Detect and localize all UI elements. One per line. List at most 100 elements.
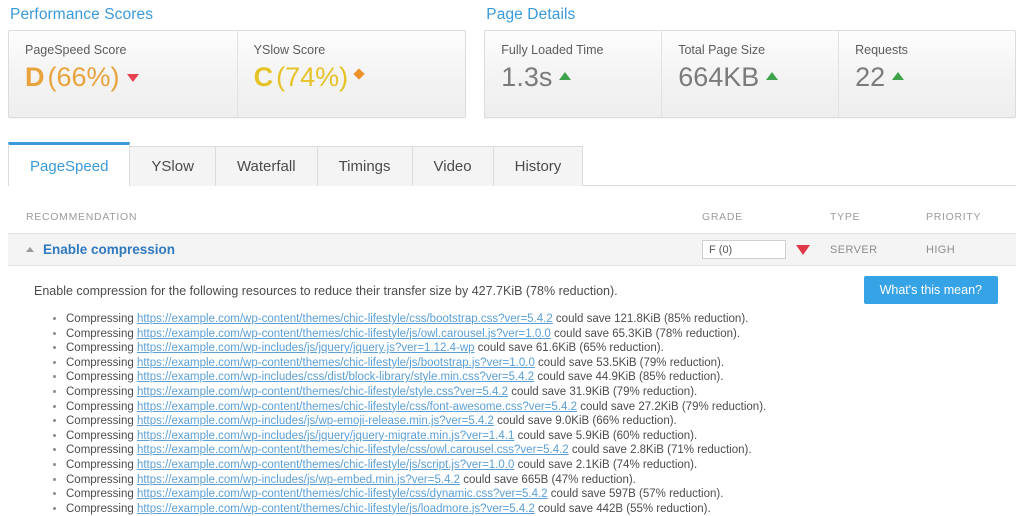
- page-details-title: Page Details: [486, 6, 576, 23]
- list-item-prefix: Compressing: [66, 458, 137, 471]
- list-item-prefix: Compressing: [66, 400, 137, 413]
- header-type: TYPE: [830, 210, 861, 223]
- list-item: Compressing https://example.com/wp-inclu…: [66, 370, 998, 385]
- list-item-prefix: Compressing: [66, 371, 137, 384]
- requests-label: Requests: [855, 43, 908, 57]
- triangle-down-red-icon: [126, 74, 139, 82]
- recommendation-detail: Enable compression for the following res…: [8, 266, 1016, 516]
- list-item-suffix: could save 665B (47% reduction).: [460, 473, 636, 486]
- resource-link[interactable]: https://example.com/wp-includes/js/jquer…: [137, 430, 514, 442]
- yslow-grade-letter: C: [253, 62, 274, 92]
- list-item-suffix: could save 442B (55% reduction).: [534, 502, 711, 515]
- total-page-size-card[interactable]: Total Page Size 664KB: [661, 31, 838, 117]
- resource-list: Compressing https://example.com/wp-conte…: [34, 312, 998, 516]
- table-row[interactable]: Enable compression F (0) SERVER HIGH: [8, 234, 1016, 266]
- list-item-prefix: Compressing: [66, 415, 137, 428]
- list-item-suffix: could save 597B (57% reduction).: [547, 488, 724, 501]
- list-item-suffix: could save 53.5KiB (79% reduction).: [534, 356, 725, 369]
- resource-link[interactable]: https://example.com/wp-content/themes/ch…: [137, 357, 535, 369]
- pagespeed-score-label: PageSpeed Score: [25, 43, 127, 57]
- list-item-prefix: Compressing: [66, 313, 137, 325]
- tab-waterfall[interactable]: Waterfall: [215, 146, 318, 186]
- tab-pagespeed[interactable]: PageSpeed: [8, 142, 131, 186]
- performance-scores-panel: Performance Scores PageSpeed Score D (66…: [8, 6, 467, 118]
- list-item-suffix: could save 9.0KiB (66% reduction).: [493, 415, 677, 428]
- resource-link[interactable]: https://example.com/wp-content/themes/ch…: [137, 444, 569, 456]
- list-item: Compressing https://example.com/wp-conte…: [66, 443, 998, 458]
- list-item-suffix: could save 2.1KiB (74% reduction).: [514, 458, 698, 471]
- recommendation-title[interactable]: Enable compression: [43, 242, 175, 257]
- performance-scores-cards: PageSpeed Score D (66%) YSlow Score C (7…: [8, 30, 467, 118]
- gtmetrix-report-page: Performance Scores PageSpeed Score D (66…: [0, 0, 1024, 516]
- resource-link[interactable]: https://example.com/wp-includes/css/dist…: [137, 371, 534, 383]
- triangle-up-green-icon: [559, 72, 572, 80]
- row-priority: HIGH: [926, 243, 956, 256]
- list-item-suffix: could save 27.2KiB (79% reduction).: [577, 400, 767, 413]
- diamond-orange-icon: [353, 68, 365, 80]
- list-item-suffix: could save 121.8KiB (85% reduction).: [552, 313, 749, 325]
- recommendations-table-header: RECOMMENDATION GRADE TYPE PRIORITY: [8, 200, 1016, 234]
- tab-yslow[interactable]: YSlow: [130, 146, 216, 186]
- chevron-up-icon[interactable]: [26, 247, 34, 252]
- recommendation-title-cell[interactable]: Enable compression: [26, 242, 702, 257]
- report-tabs-wrapper: PageSpeed YSlow Waterfall Timings Video …: [0, 142, 1024, 186]
- list-item: Compressing https://example.com/wp-conte…: [66, 458, 998, 473]
- summary-section: Performance Scores PageSpeed Score D (66…: [0, 0, 1024, 118]
- list-item: Compressing https://example.com/wp-conte…: [66, 385, 998, 400]
- resource-link[interactable]: https://example.com/wp-includes/js/wp-em…: [137, 474, 460, 486]
- list-item-prefix: Compressing: [66, 429, 137, 442]
- tab-timings[interactable]: Timings: [317, 146, 413, 186]
- page-details-panel: Page Details Fully Loaded Time 1.3s Tota…: [484, 6, 1016, 118]
- list-item-suffix: could save 5.9KiB (60% reduction).: [514, 429, 698, 442]
- list-item-prefix: Compressing: [66, 444, 137, 457]
- list-item-suffix: could save 44.9KiB (85% reduction).: [534, 371, 724, 384]
- triangle-up-green-icon: [892, 72, 905, 80]
- list-item: Compressing https://example.com/wp-conte…: [66, 487, 998, 502]
- list-item-prefix: Compressing: [66, 385, 137, 398]
- pagespeed-score-card[interactable]: PageSpeed Score D (66%): [9, 31, 237, 117]
- triangle-up-green-icon: [766, 72, 779, 80]
- requests-card[interactable]: Requests 22: [838, 31, 1015, 117]
- list-item-prefix: Compressing: [66, 342, 137, 355]
- report-tabs: PageSpeed YSlow Waterfall Timings Video …: [8, 142, 1016, 186]
- resource-link[interactable]: https://example.com/wp-includes/js/jquer…: [137, 342, 475, 354]
- resource-link[interactable]: https://example.com/wp-content/themes/ch…: [137, 488, 548, 500]
- page-details-cards: Fully Loaded Time 1.3s Total Page Size 6…: [484, 30, 1016, 118]
- yslow-score-value: C (74%): [254, 59, 466, 95]
- triangle-down-red-icon: [796, 244, 810, 255]
- pagespeed-grade-percent: (66%): [47, 62, 120, 92]
- total-page-size-value-row: 664KB: [678, 59, 838, 95]
- header-recommendation: RECOMMENDATION: [26, 210, 138, 223]
- resource-link[interactable]: https://example.com/wp-content/themes/ch…: [137, 313, 553, 325]
- yslow-score-card[interactable]: YSlow Score C (74%): [236, 31, 466, 117]
- list-item: Compressing https://example.com/wp-inclu…: [66, 414, 998, 429]
- fully-loaded-time-label: Fully Loaded Time: [501, 43, 604, 57]
- list-item-prefix: Compressing: [66, 327, 137, 340]
- header-priority: PRIORITY: [926, 210, 982, 223]
- list-item-prefix: Compressing: [66, 473, 137, 486]
- list-item-suffix: could save 65.3KiB (78% reduction).: [550, 327, 741, 340]
- grade-value: F (0): [702, 240, 786, 259]
- resource-link[interactable]: https://example.com/wp-content/themes/ch…: [137, 401, 577, 413]
- list-item: Compressing https://example.com/wp-conte…: [66, 400, 998, 415]
- pagespeed-score-value: D (66%): [25, 59, 237, 95]
- list-item-prefix: Compressing: [66, 356, 137, 369]
- row-type: SERVER: [830, 243, 878, 256]
- resource-link[interactable]: https://example.com/wp-content/themes/ch…: [137, 328, 551, 340]
- whats-this-mean-button[interactable]: What's this mean?: [863, 276, 998, 304]
- resource-link[interactable]: https://example.com/wp-includes/js/wp-em…: [137, 415, 494, 427]
- list-item-suffix: could save 61.6KiB (65% reduction).: [474, 342, 664, 355]
- requests-value: 22: [855, 62, 886, 92]
- tab-history[interactable]: History: [493, 146, 584, 186]
- grade-cell: F (0): [702, 240, 830, 259]
- list-item: Compressing https://example.com/wp-inclu…: [66, 473, 998, 488]
- resource-link[interactable]: https://example.com/wp-content/themes/ch…: [137, 459, 514, 471]
- fully-loaded-time-value: 1.3s: [501, 62, 553, 92]
- list-item: Compressing https://example.com/wp-conte…: [66, 356, 998, 371]
- total-page-size-value: 664KB: [678, 62, 760, 92]
- fully-loaded-time-card[interactable]: Fully Loaded Time 1.3s: [485, 31, 661, 117]
- resource-link[interactable]: https://example.com/wp-content/themes/ch…: [137, 503, 535, 515]
- tab-video[interactable]: Video: [412, 146, 494, 186]
- resource-link[interactable]: https://example.com/wp-content/themes/ch…: [137, 386, 508, 398]
- list-item-suffix: could save 2.8KiB (71% reduction).: [568, 444, 752, 457]
